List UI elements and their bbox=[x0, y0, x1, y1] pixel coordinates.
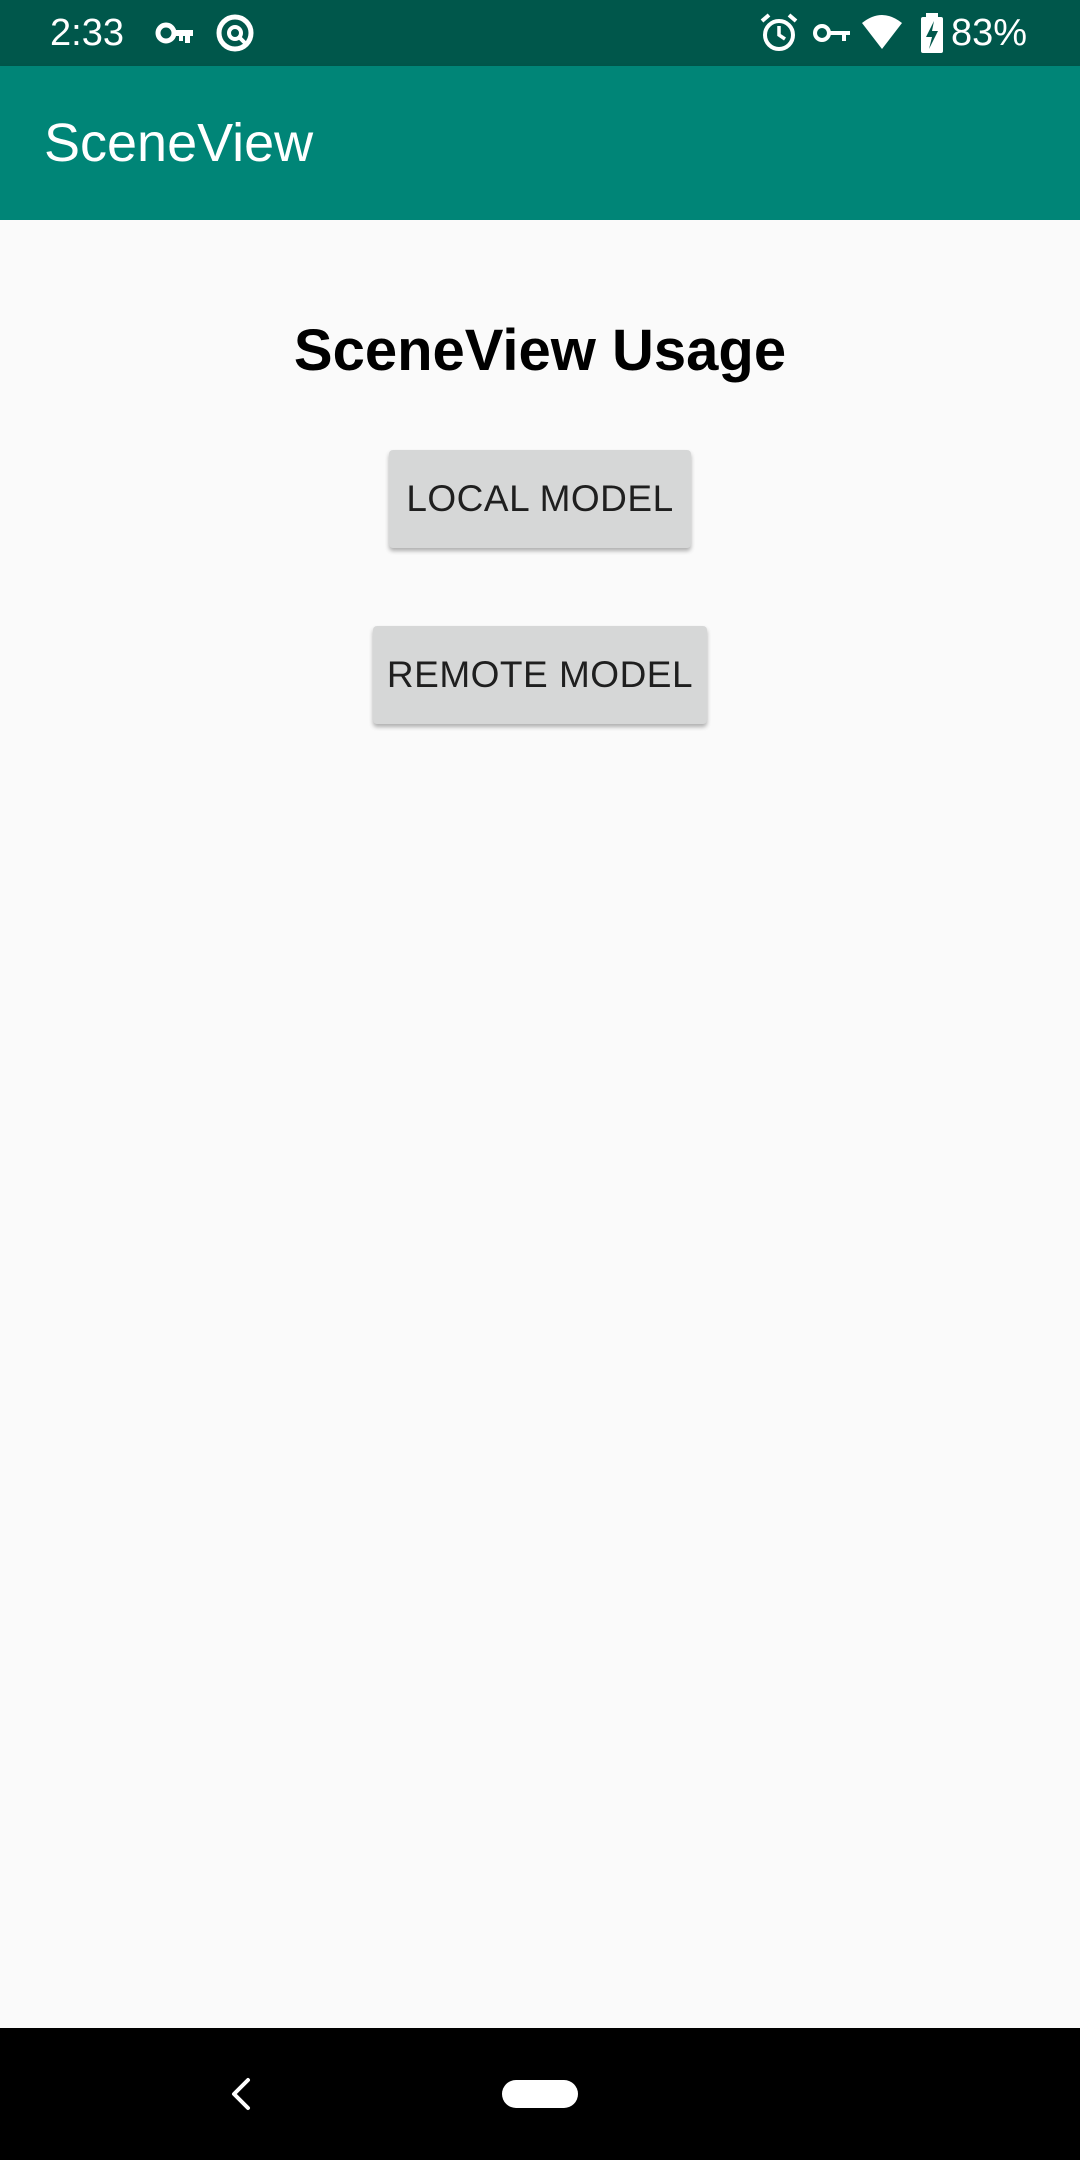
data-saver-icon bbox=[216, 14, 254, 52]
status-time: 2:33 bbox=[50, 12, 124, 54]
remote-model-button[interactable]: REMOTE MODEL bbox=[373, 626, 707, 724]
vpn-key-icon bbox=[155, 22, 193, 44]
back-icon[interactable] bbox=[220, 2072, 260, 2116]
navigation-bar bbox=[0, 2028, 1080, 2160]
page-heading: SceneView Usage bbox=[293, 318, 787, 383]
home-pill-icon[interactable] bbox=[502, 2080, 578, 2108]
main-content: SceneView Usage LOCAL MODEL REMOTE MODEL bbox=[0, 220, 1080, 2028]
alarm-icon bbox=[760, 13, 798, 51]
app-bar: SceneView bbox=[0, 66, 1080, 220]
battery-charging-icon bbox=[921, 13, 943, 53]
status-bar: 2:33 83% bbox=[0, 0, 1080, 66]
local-model-button[interactable]: LOCAL MODEL bbox=[389, 450, 691, 548]
vpn-key-icon bbox=[813, 24, 850, 42]
wifi-icon bbox=[862, 15, 902, 49]
app-title: SceneView bbox=[44, 113, 314, 173]
battery-percent: 83% bbox=[951, 12, 1028, 54]
